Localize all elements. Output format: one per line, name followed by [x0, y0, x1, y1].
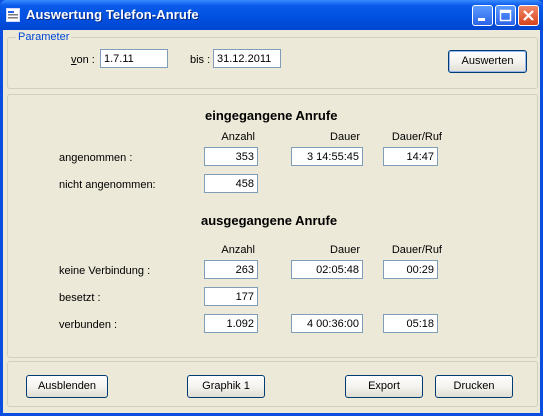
outgoing-connected-per-call: 05:18 — [383, 314, 438, 333]
incoming-accepted-duration: 3 14:55:45 — [291, 147, 363, 166]
outgoing-col-per-call: Dauer/Ruf — [391, 244, 442, 256]
print-button[interactable]: Drucken — [435, 375, 513, 398]
bis-field[interactable]: 31.12.2011 — [213, 49, 281, 68]
title-bar[interactable]: Auswertung Telefon-Anrufe — [0, 0, 543, 30]
von-field[interactable]: 1.7.11 — [100, 49, 168, 68]
incoming-col-count: Anzahl — [221, 131, 255, 143]
incoming-col-duration: Dauer — [330, 131, 360, 143]
hide-button[interactable]: Ausblenden — [26, 375, 108, 398]
bis-label: bis : — [190, 54, 210, 66]
von-label-text: on : — [76, 54, 95, 66]
client-area: Parameter von : 1.7.11 bis : 31.12.2011 … — [3, 30, 540, 413]
export-button[interactable]: Export — [345, 375, 423, 398]
outgoing-row-label: verbunden : — [59, 319, 118, 331]
von-label: von : — [71, 54, 95, 66]
outgoing-row-label: besetzt : — [59, 292, 101, 304]
window-title: Auswertung Telefon-Anrufe — [26, 7, 199, 22]
incoming-heading: eingegangene Anrufe — [205, 108, 338, 123]
close-button[interactable] — [518, 5, 539, 26]
outgoing-noconn-per-call: 00:29 — [383, 260, 438, 279]
outgoing-noconn-count: 263 — [204, 260, 258, 279]
bis-label-text: bis : — [190, 54, 211, 66]
incoming-missed-count: 458 — [204, 174, 258, 193]
outgoing-connected-count: 1.092 — [204, 314, 258, 333]
outgoing-noconn-duration: 02:05:48 — [291, 260, 363, 279]
app-window: Auswertung Telefon-Anrufe Parameter von … — [0, 0, 543, 416]
minimize-button[interactable] — [472, 5, 493, 26]
outgoing-busy-count: 177 — [204, 287, 258, 306]
outgoing-row-label: keine Verbindung : — [59, 265, 151, 277]
evaluate-button[interactable]: Auswerten — [448, 50, 527, 73]
app-icon — [6, 8, 20, 22]
outgoing-connected-duration: 4 00:36:00 — [291, 314, 363, 333]
incoming-accepted-count: 353 — [204, 147, 258, 166]
incoming-accepted-per-call: 14:47 — [383, 147, 438, 166]
incoming-row-label: angenommen : — [59, 152, 133, 164]
outgoing-col-duration: Dauer — [330, 244, 360, 256]
incoming-col-per-call: Dauer/Ruf — [391, 131, 442, 143]
graph-button[interactable]: Graphik 1 — [187, 375, 265, 398]
incoming-row-label: nicht angenommen: — [59, 179, 156, 191]
outgoing-heading: ausgegangene Anrufe — [201, 213, 338, 228]
outgoing-col-count: Anzahl — [221, 244, 255, 256]
parameter-legend: Parameter — [16, 31, 72, 43]
maximize-button[interactable] — [495, 5, 516, 26]
